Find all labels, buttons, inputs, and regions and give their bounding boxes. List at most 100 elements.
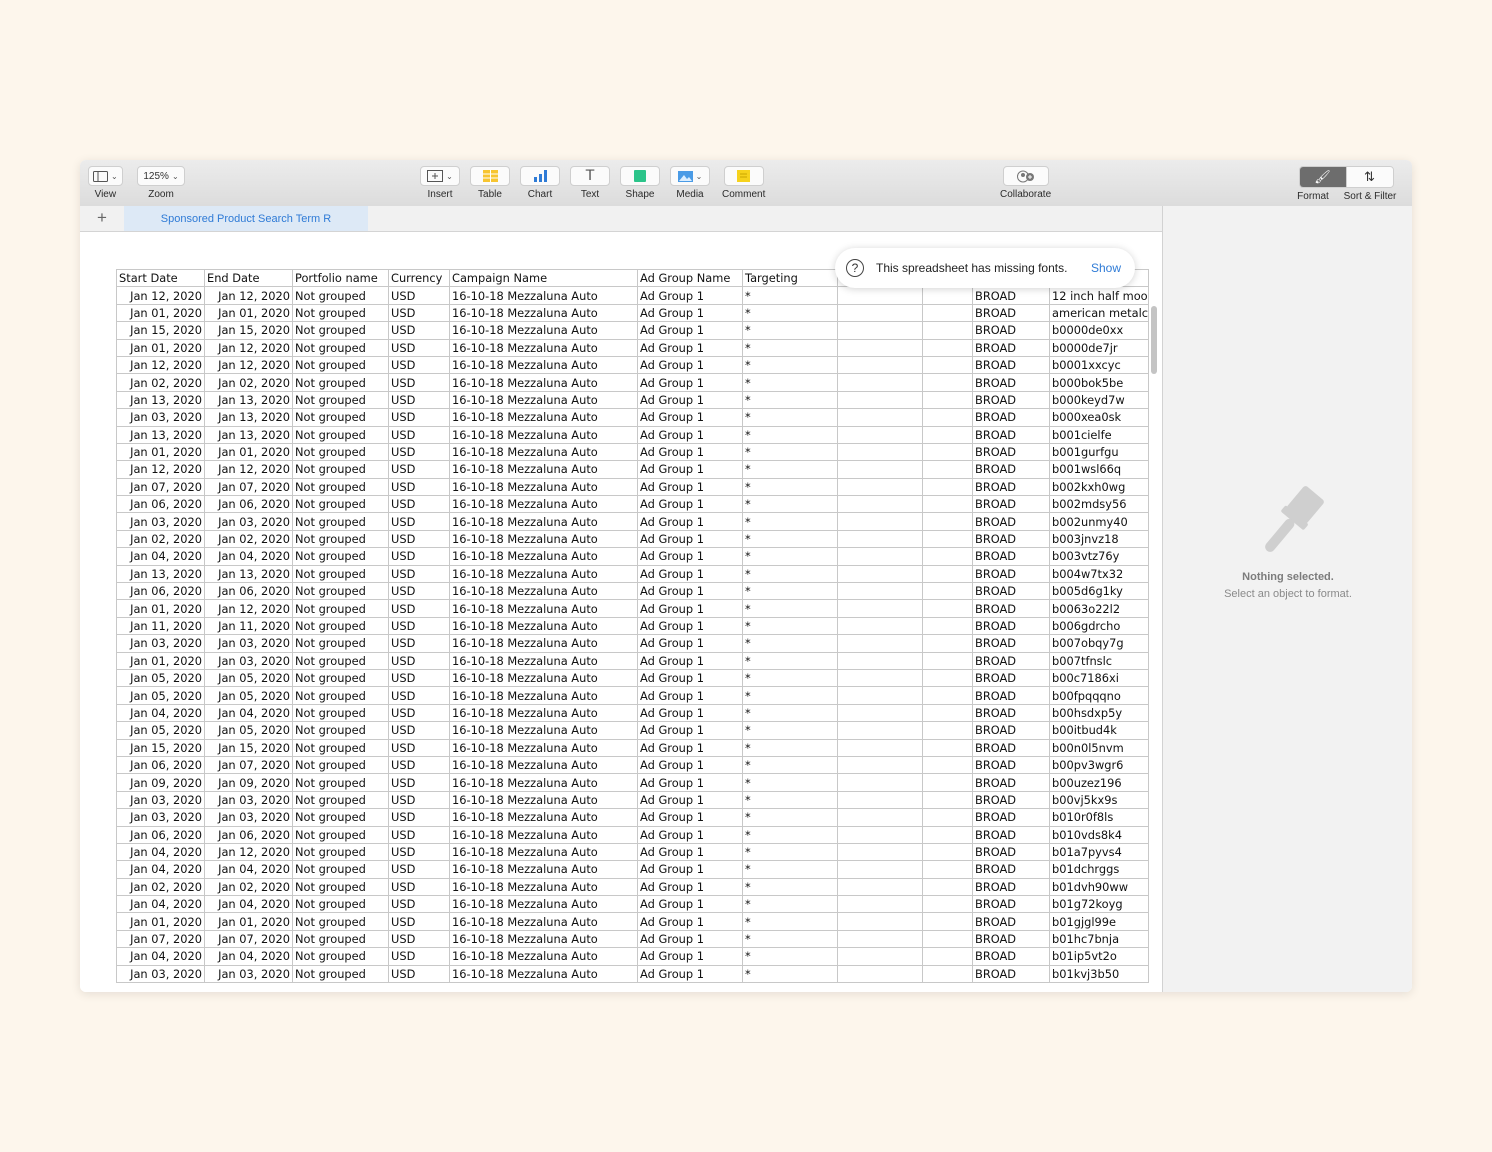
table-cell[interactable]: USD bbox=[388, 825, 450, 844]
table-cell[interactable]: Ad Group 1 bbox=[637, 755, 743, 775]
table-cell[interactable]: Jan 06, 2020 bbox=[204, 825, 293, 844]
table-cell[interactable]: Not grouped bbox=[292, 338, 389, 357]
table-row[interactable]: Jan 03, 2020 Jan 03, 2020 Not grouped USD 16… bbox=[116, 964, 1149, 984]
table-cell[interactable]: * bbox=[742, 564, 838, 584]
table-cell[interactable]: Jan 01, 2020 bbox=[116, 338, 205, 357]
table-cell[interactable]: Not grouped bbox=[292, 703, 389, 723]
table-cell[interactable]: Jan 03, 2020 bbox=[116, 808, 205, 827]
table-cell[interactable]: Ad Group 1 bbox=[637, 390, 743, 410]
table-cell[interactable]: Jan 05, 2020 bbox=[116, 721, 205, 740]
table-row[interactable]: Jan 01, 2020 Jan 12, 2020 Not grouped USD 16… bbox=[116, 599, 1149, 618]
table-cell[interactable]: USD bbox=[388, 529, 450, 549]
table-cell[interactable]: USD bbox=[388, 477, 450, 497]
table-cell[interactable]: USD bbox=[388, 408, 450, 427]
table-cell[interactable]: 16-10-18 Mezzaluna Auto bbox=[449, 895, 638, 914]
view-control[interactable]: ⌄ View bbox=[88, 166, 123, 200]
table-cell[interactable] bbox=[922, 929, 973, 949]
table-cell[interactable]: Not grouped bbox=[292, 825, 389, 844]
table-cell[interactable] bbox=[837, 895, 923, 914]
table-cell[interactable]: Ad Group 1 bbox=[637, 425, 743, 444]
text-button[interactable]: T bbox=[570, 166, 610, 186]
table-cell[interactable]: Not grouped bbox=[292, 651, 389, 670]
table-cell[interactable]: BROAD bbox=[972, 877, 1050, 897]
table-cell[interactable]: Ad Group 1 bbox=[637, 842, 743, 862]
table-cell[interactable]: BROAD bbox=[972, 790, 1050, 810]
table-cell[interactable]: Jan 07, 2020 bbox=[204, 755, 293, 775]
table-cell[interactable]: * bbox=[742, 668, 838, 688]
table-cell[interactable]: Jan 12, 2020 bbox=[116, 355, 205, 375]
table-cell[interactable]: Jan 03, 2020 bbox=[204, 512, 293, 531]
table-cell[interactable]: Jan 04, 2020 bbox=[116, 842, 205, 862]
table-row[interactable]: Jan 05, 2020 Jan 05, 2020 Not grouped USD 16… bbox=[116, 686, 1149, 705]
comment-button[interactable] bbox=[723, 166, 764, 186]
table-cell[interactable]: Jan 13, 2020 bbox=[204, 408, 293, 427]
table-row[interactable]: Jan 02, 2020 Jan 02, 2020 Not grouped USD 16… bbox=[116, 373, 1149, 392]
table-row[interactable]: Jan 04, 2020 Jan 04, 2020 Not grouped USD 16… bbox=[116, 547, 1149, 566]
table-cell[interactable]: Ad Group 1 bbox=[637, 964, 743, 984]
table-cell[interactable] bbox=[922, 895, 973, 914]
table-cell[interactable]: Jan 15, 2020 bbox=[116, 738, 205, 757]
table-cell[interactable]: * bbox=[742, 634, 838, 653]
view-button[interactable]: ⌄ bbox=[88, 166, 123, 186]
table-cell[interactable]: Ad Group 1 bbox=[637, 616, 743, 636]
table-cell[interactable]: Jan 03, 2020 bbox=[204, 808, 293, 827]
insert-control[interactable]: ⌄ Insert bbox=[420, 166, 460, 200]
table-cell[interactable]: USD bbox=[388, 373, 450, 392]
table-cell[interactable]: Jan 04, 2020 bbox=[204, 947, 293, 966]
table-cell[interactable]: Jan 12, 2020 bbox=[204, 286, 293, 305]
table-cell[interactable]: b000bok5be bbox=[1049, 373, 1149, 392]
table-cell[interactable]: USD bbox=[388, 651, 450, 670]
table-cell[interactable]: Ad Group 1 bbox=[637, 338, 743, 357]
table-cell[interactable]: USD bbox=[388, 355, 450, 375]
table-cell[interactable]: Jan 03, 2020 bbox=[204, 790, 293, 810]
table-cell[interactable]: Not grouped bbox=[292, 425, 389, 444]
table-cell[interactable]: b00uzez196 bbox=[1049, 773, 1149, 792]
table-cell[interactable]: Ad Group 1 bbox=[637, 721, 743, 740]
table-cell[interactable]: Ad Group 1 bbox=[637, 303, 743, 323]
table-cell[interactable]: Jan 12, 2020 bbox=[116, 460, 205, 479]
table-cell[interactable] bbox=[837, 825, 923, 844]
table-cell[interactable]: Not grouped bbox=[292, 582, 389, 601]
table-cell[interactable]: b001gurfgu bbox=[1049, 442, 1149, 462]
column-header[interactable]: Start Date bbox=[116, 268, 205, 288]
table-cell[interactable]: Not grouped bbox=[292, 755, 389, 775]
table-cell[interactable]: Jan 04, 2020 bbox=[204, 547, 293, 566]
table-cell[interactable] bbox=[922, 703, 973, 723]
table-cell[interactable]: b00c7186xi bbox=[1049, 668, 1149, 688]
table-row[interactable]: Jan 11, 2020 Jan 11, 2020 Not grouped USD 16… bbox=[116, 616, 1149, 636]
vertical-scrollbar[interactable] bbox=[1151, 306, 1157, 374]
table-cell[interactable]: Jan 04, 2020 bbox=[116, 895, 205, 914]
table-cell[interactable]: BROAD bbox=[972, 547, 1050, 566]
table-row[interactable]: Jan 12, 2020 Jan 12, 2020 Not grouped USD 16… bbox=[116, 355, 1149, 375]
table-cell[interactable]: BROAD bbox=[972, 808, 1050, 827]
table-cell[interactable]: b001wsl66q bbox=[1049, 460, 1149, 479]
table-row[interactable]: Jan 04, 2020 Jan 04, 2020 Not grouped USD 16… bbox=[116, 703, 1149, 723]
table-cell[interactable]: Jan 04, 2020 bbox=[204, 895, 293, 914]
table-control[interactable]: Table bbox=[470, 166, 510, 200]
table-cell[interactable]: Ad Group 1 bbox=[637, 582, 743, 601]
table-cell[interactable]: * bbox=[742, 599, 838, 618]
table-cell[interactable]: b010vds8k4 bbox=[1049, 825, 1149, 844]
table-cell[interactable]: b00itbud4k bbox=[1049, 721, 1149, 740]
table-cell[interactable]: b00pv3wgr6 bbox=[1049, 755, 1149, 775]
table-cell[interactable]: Jan 07, 2020 bbox=[204, 477, 293, 497]
table-cell[interactable] bbox=[922, 860, 973, 879]
table-cell[interactable]: 16-10-18 Mezzaluna Auto bbox=[449, 738, 638, 757]
table-cell[interactable]: USD bbox=[388, 790, 450, 810]
table-cell[interactable]: Jan 05, 2020 bbox=[116, 686, 205, 705]
table-cell[interactable] bbox=[922, 877, 973, 897]
media-control[interactable]: ⌄ Media bbox=[670, 166, 710, 200]
table-cell[interactable]: Jan 01, 2020 bbox=[116, 303, 205, 323]
table-button[interactable] bbox=[470, 166, 510, 186]
table-cell[interactable]: b00n0l5nvm bbox=[1049, 738, 1149, 757]
table-cell[interactable] bbox=[922, 425, 973, 444]
table-cell[interactable]: 16-10-18 Mezzaluna Auto bbox=[449, 355, 638, 375]
table-cell[interactable]: USD bbox=[388, 721, 450, 740]
table-cell[interactable]: 16-10-18 Mezzaluna Auto bbox=[449, 408, 638, 427]
table-cell[interactable] bbox=[922, 460, 973, 479]
table-cell[interactable] bbox=[837, 408, 923, 427]
table-cell[interactable]: USD bbox=[388, 773, 450, 792]
table-row[interactable]: Jan 04, 2020 Jan 12, 2020 Not grouped USD 16… bbox=[116, 842, 1149, 862]
sort-filter-button[interactable]: ⇅ bbox=[1345, 167, 1393, 187]
inspector-segmented-control[interactable]: 🖌 ⇅ bbox=[1298, 166, 1394, 188]
